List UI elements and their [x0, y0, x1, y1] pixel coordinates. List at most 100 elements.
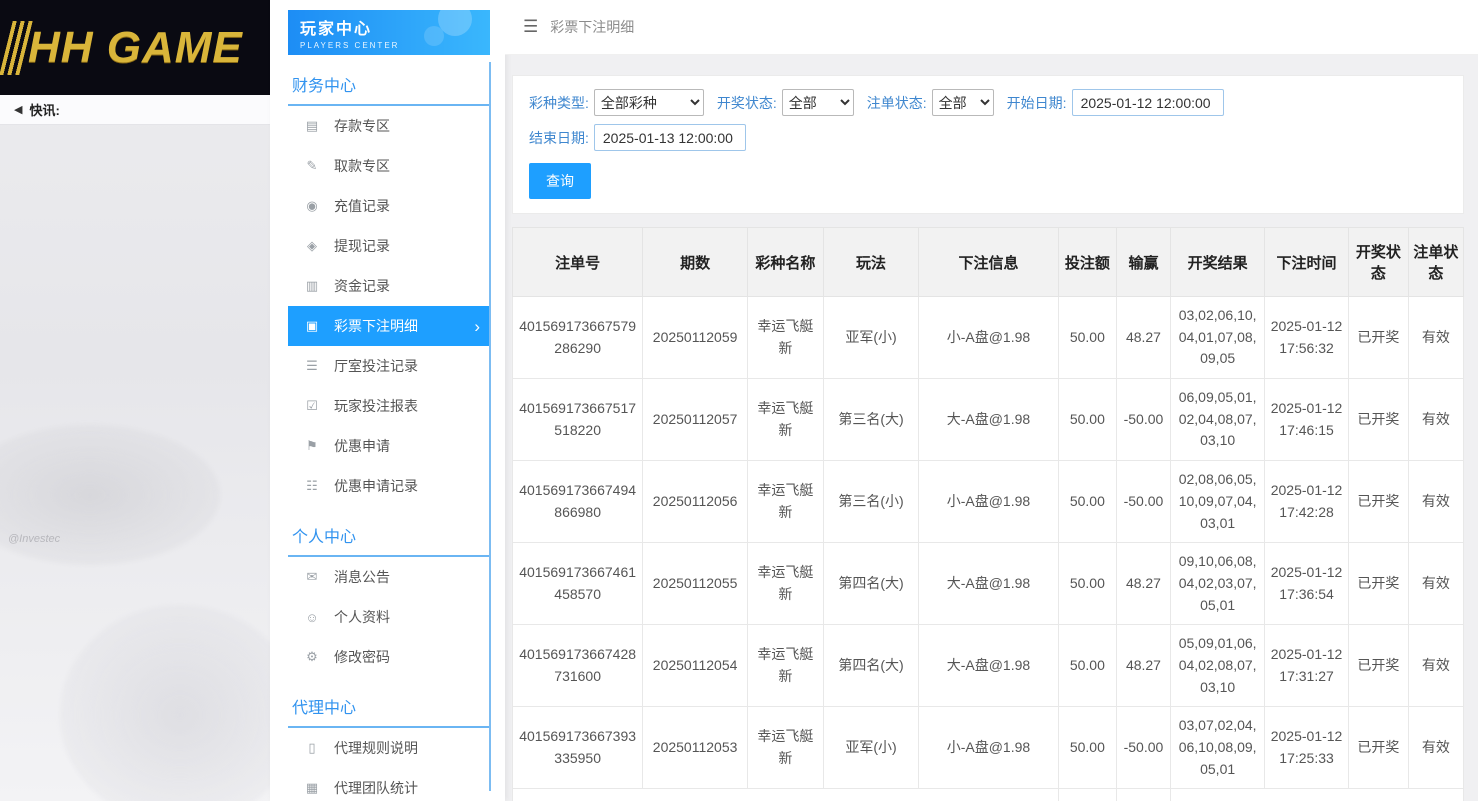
- speaker-icon: ◀: [14, 103, 22, 116]
- content: 彩种类型: 全部彩种 开奖状态: 全部 注单状态:: [505, 55, 1478, 801]
- table-cell: 401569173667428731600: [513, 625, 643, 707]
- photo-watermark: @Investec: [8, 533, 60, 545]
- sidebar-item-hall-bet-records[interactable]: ☰厅室投注记录: [288, 346, 490, 386]
- column-header: 输赢: [1116, 228, 1170, 297]
- withdrawal-records-icon: ◈: [302, 238, 322, 254]
- table-cell: 幸运飞艇新: [747, 707, 823, 789]
- table-cell: 第四名(大): [823, 543, 918, 625]
- topbar: ☰ 彩票下注明细: [505, 0, 1478, 55]
- table-cell: 小-A盘@1.98: [919, 707, 1059, 789]
- sidebar-sections: 财务中心▤存款专区✎取款专区◉充值记录◈提现记录▥资金记录▣彩票下注明细›☰厅室…: [288, 55, 490, 801]
- sidebar-subtitle: PLAYERS CENTER: [300, 41, 490, 50]
- user-icon: ☺: [302, 610, 322, 625]
- table-cell: 401569173667393335950: [513, 707, 643, 789]
- promo-apply-icon: ⚑: [302, 438, 322, 454]
- sidebar-item-agent-rules[interactable]: ▯代理规则说明: [288, 728, 490, 768]
- table-cell: 50.00: [1058, 379, 1116, 461]
- table-cell: 有效: [1408, 461, 1463, 543]
- table-row: 40156917366749486698020250112056幸运飞艇新第三名…: [513, 461, 1464, 543]
- sidebar-item-withdrawal-records[interactable]: ◈ 提现记录: [288, 226, 490, 266]
- sidebar-item-deposit[interactable]: ▤ 存款专区: [288, 106, 490, 146]
- table-cell: 50.00: [1058, 461, 1116, 543]
- sidebar-item-player-bet-report[interactable]: ☑玩家投注报表: [288, 386, 490, 426]
- table-cell: 2025-01-12 17:56:32: [1265, 297, 1349, 379]
- sidebar-item-funds-records[interactable]: ▥资金记录: [288, 266, 490, 306]
- sidebar-item-recharge-records[interactable]: ◉充值记录: [288, 186, 490, 226]
- table-cell: 2025-01-12 17:25:33: [1265, 707, 1349, 789]
- lottery-type-select[interactable]: 全部彩种: [594, 89, 704, 116]
- table-cell: 50.00: [1058, 707, 1116, 789]
- brand-logo[interactable]: HH GAME: [0, 0, 270, 95]
- table-cell: 第三名(大): [823, 379, 918, 461]
- column-header: 注单状态: [1408, 228, 1463, 297]
- table-cell: -50.00: [1116, 707, 1170, 789]
- start-date-input[interactable]: [1072, 89, 1224, 116]
- table-cell: 20250112053: [643, 707, 748, 789]
- sidebar-item-change-password[interactable]: ⚙修改密码: [288, 637, 490, 677]
- table-cell: 06,09,05,01,02,04,08,07,03,10: [1171, 379, 1265, 461]
- sidebar-item-promo-apply-records[interactable]: ☷优惠申请记录: [288, 466, 490, 506]
- sidebar-item-profile[interactable]: ☺个人资料: [288, 597, 490, 637]
- sidebar-item-messages[interactable]: ✉消息公告: [288, 557, 490, 597]
- order-status-filter: 注单状态: 全部: [867, 89, 994, 116]
- table-cell: 03,02,06,10,04,01,07,08,09,05: [1171, 297, 1265, 379]
- table-cell: 2025-01-12 17:36:54: [1265, 543, 1349, 625]
- end-date-input[interactable]: [594, 124, 746, 151]
- decorative-circle: [424, 26, 444, 46]
- table-cell: 已开奖: [1348, 543, 1408, 625]
- bets-table: 注单号期数彩种名称玩法下注信息投注额输赢开奖结果下注时间开奖状态注单状态 401…: [512, 227, 1464, 801]
- sidebar-item-agent-team-stats[interactable]: ▦代理团队统计: [288, 768, 490, 801]
- sidebar-item-label: 彩票下注明细: [334, 316, 418, 336]
- table-cell: 20250112057: [643, 379, 748, 461]
- table-cell: -50.00: [1116, 461, 1170, 543]
- table-cell: 2025-01-12 17:46:15: [1265, 379, 1349, 461]
- menu-toggle-icon[interactable]: ☰: [523, 17, 538, 37]
- table-row: 40156917366751751822020250112057幸运飞艇新第三名…: [513, 379, 1464, 461]
- end-date-filter: 结束日期:: [529, 124, 746, 151]
- sidebar-header: 玩家中心 PLAYERS CENTER: [288, 10, 490, 55]
- section-heading: 财务中心: [288, 55, 490, 106]
- end-date-label: 结束日期:: [529, 128, 589, 148]
- table-cell: 20250112059: [643, 297, 748, 379]
- sidebar-item-promo-apply[interactable]: ⚑优惠申请: [288, 426, 490, 466]
- table-cell: 幸运飞艇新: [747, 543, 823, 625]
- column-header: 下注信息: [919, 228, 1059, 297]
- order-status-select[interactable]: 全部: [932, 89, 994, 116]
- summary-label: 当前页统计: [513, 789, 1059, 801]
- lottery-type-label: 彩种类型:: [529, 93, 589, 113]
- table-cell: 48.27: [1116, 543, 1170, 625]
- table-cell: 20250112056: [643, 461, 748, 543]
- news-ticker-bar: ◀ 快讯:: [0, 95, 270, 125]
- table-cell: 有效: [1408, 543, 1463, 625]
- background-photo: @Investec: [0, 125, 270, 800]
- sidebar-item-lottery-bet-details[interactable]: ▣彩票下注明细›: [288, 306, 490, 346]
- table-cell: 有效: [1408, 297, 1463, 379]
- chevron-right-icon: ›: [474, 318, 480, 335]
- table-row: 40156917366757928629020250112059幸运飞艇新亚军(…: [513, 297, 1464, 379]
- table-cell: 小-A盘@1.98: [919, 461, 1059, 543]
- table-header-row: 注单号期数彩种名称玩法下注信息投注额输赢开奖结果下注时间开奖状态注单状态: [513, 228, 1464, 297]
- sidebar-item-label: 修改密码: [334, 647, 390, 667]
- search-button[interactable]: 查询: [529, 163, 591, 199]
- sidebar-item-label: 存款专区: [334, 116, 390, 136]
- table-cell: 50.00: [1058, 625, 1116, 707]
- bets-table-card: 注单号期数彩种名称玩法下注信息投注额输赢开奖结果下注时间开奖状态注单状态 401…: [512, 227, 1464, 801]
- summary-row: 当前页统计300.00-5.20: [513, 789, 1464, 801]
- table-cell: 已开奖: [1348, 707, 1408, 789]
- promo-apply-records-icon: ☷: [302, 478, 322, 494]
- table-cell: 亚军(小): [823, 707, 918, 789]
- page-title: 彩票下注明细: [550, 17, 634, 37]
- table-cell: 401569173667461458570: [513, 543, 643, 625]
- start-date-label: 开始日期:: [1007, 93, 1067, 113]
- sidebar-item-withdraw[interactable]: ✎取款专区: [288, 146, 490, 186]
- player-bet-report-icon: ☑: [302, 398, 322, 414]
- sidebar-item-label: 消息公告: [334, 567, 390, 587]
- sidebar-scrollbar[interactable]: [489, 62, 491, 791]
- deposit-icon: ▤: [302, 118, 322, 134]
- background-panel: HH GAME ◀ 快讯: @Investec: [0, 0, 270, 801]
- draw-status-select[interactable]: 全部: [782, 89, 854, 116]
- sidebar-item-label: 提现记录: [334, 236, 390, 256]
- sidebar: 玩家中心 PLAYERS CENTER 财务中心▤存款专区✎取款专区◉充值记录◈…: [270, 0, 505, 801]
- sidebar-item-label: 充值记录: [334, 196, 390, 216]
- table-cell: 09,10,06,08,04,02,03,07,05,01: [1171, 543, 1265, 625]
